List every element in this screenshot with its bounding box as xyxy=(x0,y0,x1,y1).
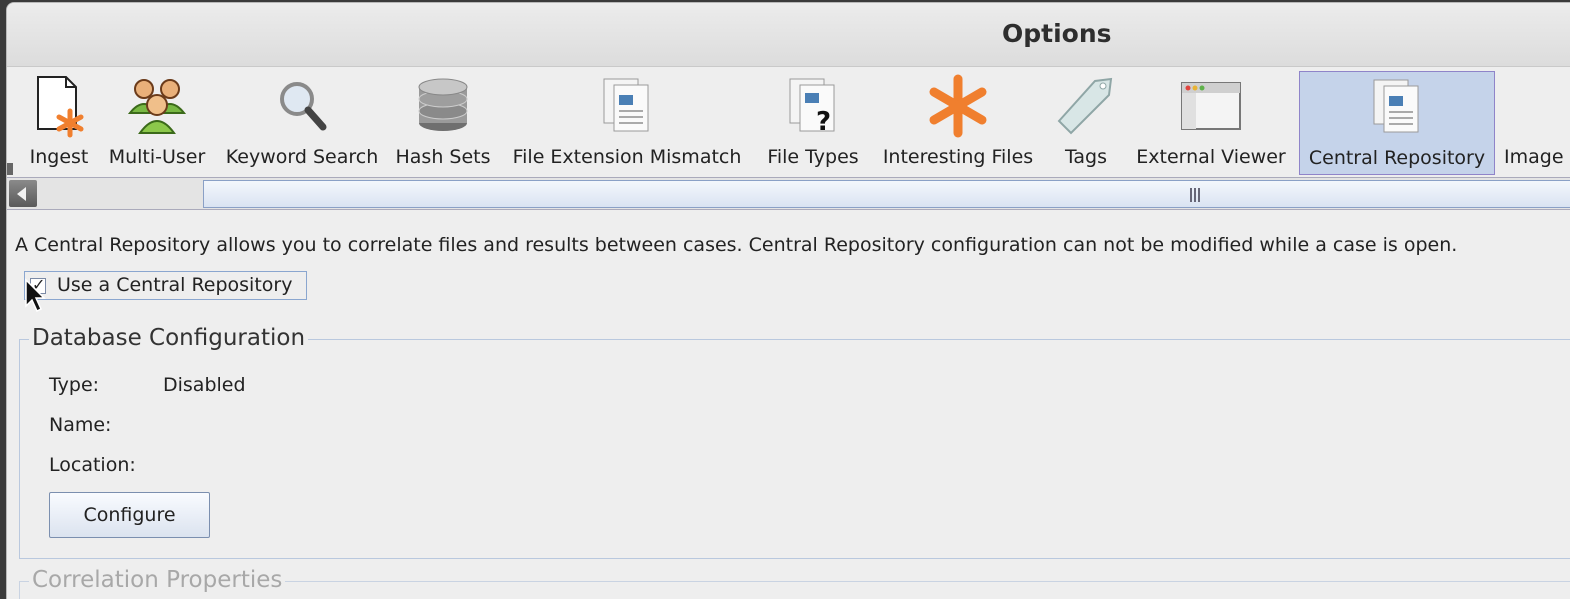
options-toolbar: Ingest Multi-User Keyword Search Hash Se… xyxy=(7,67,1570,177)
tab-hash-sets[interactable]: Hash Sets xyxy=(393,71,493,175)
use-central-repo-label[interactable]: Use a Central Repository xyxy=(57,274,292,296)
type-value: Disabled xyxy=(163,374,246,396)
toolbar-grip[interactable] xyxy=(7,163,13,175)
tab-external-viewer-label: External Viewer xyxy=(1136,146,1286,168)
tab-central-repository[interactable]: Central Repository xyxy=(1299,71,1495,175)
tab-multi-user-label: Multi-User xyxy=(108,146,206,168)
tab-file-extension-mismatch[interactable]: File Extension Mismatch xyxy=(505,71,749,175)
tab-keyword-search[interactable]: Keyword Search xyxy=(221,71,383,175)
tab-ingest[interactable]: Ingest xyxy=(21,71,97,175)
database-icon xyxy=(418,78,468,131)
tab-file-extension-mismatch-label: File Extension Mismatch xyxy=(512,146,742,168)
configure-button[interactable]: Configure xyxy=(49,492,210,538)
tab-keyword-search-label: Keyword Search xyxy=(225,146,379,168)
tab-interesting-files-label: Interesting Files xyxy=(882,146,1034,168)
window-icon xyxy=(1181,82,1241,130)
scroll-left-button[interactable] xyxy=(9,180,37,207)
documents-icon xyxy=(1373,79,1419,133)
correlation-properties-title: Correlation Properties xyxy=(29,567,286,593)
ingest-icon xyxy=(37,76,84,138)
documents-question-icon: ? xyxy=(789,78,835,137)
tab-tags-label: Tags xyxy=(1064,146,1108,168)
tab-file-types-label: File Types xyxy=(767,146,859,168)
magnifier-icon xyxy=(280,82,327,131)
tab-ingest-label: Ingest xyxy=(29,146,89,168)
options-window: Options Ingest Multi-User Keyword Search… xyxy=(6,2,1570,599)
tab-file-types[interactable]: ? File Types xyxy=(761,71,865,175)
scrollbar-thumb[interactable] xyxy=(203,180,1570,208)
location-label: Location: xyxy=(49,454,136,476)
tab-tags[interactable]: Tags xyxy=(1051,71,1121,175)
svg-text:?: ? xyxy=(816,107,831,137)
tab-external-viewer[interactable]: External Viewer xyxy=(1131,71,1291,175)
window-title: Options xyxy=(1002,19,1112,48)
type-label: Type: xyxy=(49,374,100,396)
title-bar[interactable]: Options xyxy=(7,3,1570,67)
tab-image-label: Image xyxy=(1504,146,1564,168)
tab-central-repository-label: Central Repository xyxy=(1308,147,1486,169)
scrollbar-grip-icon xyxy=(1190,188,1200,202)
mouse-cursor-icon xyxy=(25,278,46,313)
tab-hash-sets-label: Hash Sets xyxy=(395,146,491,168)
toolbar-scrollbar[interactable] xyxy=(7,177,1570,210)
database-configuration-group xyxy=(19,339,1570,559)
tab-interesting-files[interactable]: Interesting Files xyxy=(875,71,1041,175)
tag-icon xyxy=(1057,77,1113,135)
tab-multi-user[interactable]: Multi-User xyxy=(103,71,211,175)
asterisk-icon xyxy=(929,74,987,138)
users-icon xyxy=(127,79,187,134)
name-label: Name: xyxy=(49,414,112,436)
documents-icon xyxy=(603,78,649,132)
database-configuration-title: Database Configuration xyxy=(29,325,309,351)
use-central-repo-option[interactable]: ✓ Use a Central Repository xyxy=(24,271,307,300)
central-repo-description: A Central Repository allows you to corre… xyxy=(15,234,1458,256)
tab-image[interactable]: Image xyxy=(1501,71,1570,175)
